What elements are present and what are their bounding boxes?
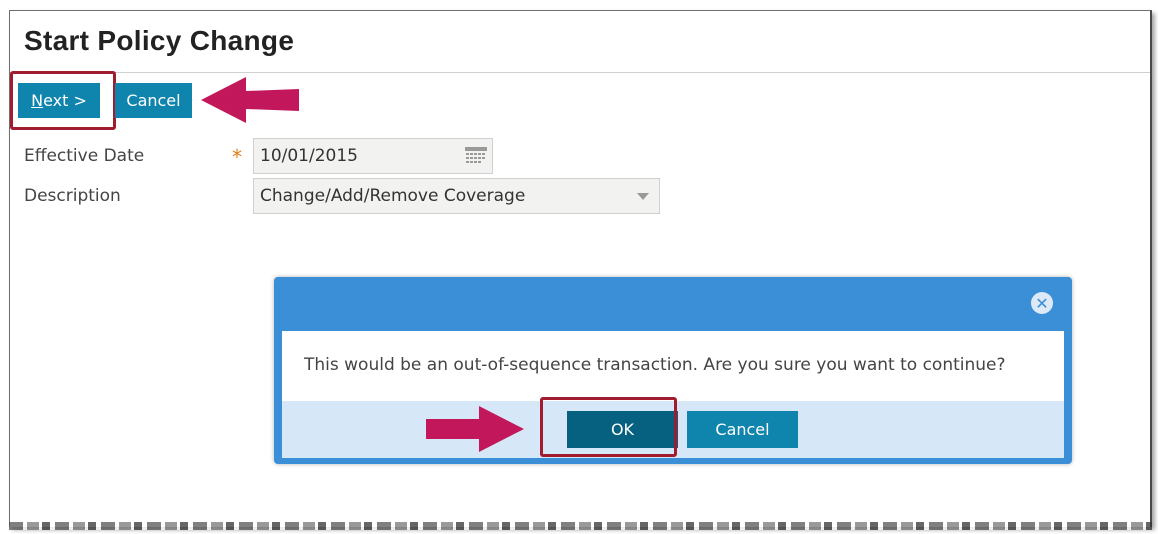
next-button[interactable]: Next > <box>18 83 100 118</box>
calendar-icon[interactable] <box>465 147 487 165</box>
description-value: Change/Add/Remove Coverage <box>260 186 526 206</box>
effective-date-value: 10/01/2015 <box>260 146 358 166</box>
torn-edge <box>9 522 1152 530</box>
dialog-body: This would be an out-of-sequence transac… <box>282 331 1064 401</box>
annotation-arrow-left <box>201 77 299 123</box>
cancel-button[interactable]: Cancel <box>115 83 192 118</box>
effective-date-field[interactable]: 10/01/2015 <box>253 138 493 174</box>
required-marker: * <box>232 145 242 169</box>
window-frame: Start Policy Change Next > Cancel Effect… <box>9 10 1152 527</box>
dialog-message: This would be an out-of-sequence transac… <box>304 355 1006 375</box>
description-label: Description <box>24 186 121 206</box>
next-button-accesskey: N <box>31 91 44 110</box>
page-title: Start Policy Change <box>24 25 295 56</box>
description-select[interactable]: Change/Add/Remove Coverage <box>253 178 660 214</box>
next-button-label: ext > <box>43 91 87 110</box>
annotation-arrow-right <box>426 406 524 452</box>
chevron-down-icon[interactable] <box>637 193 649 200</box>
dialog-cancel-button[interactable]: Cancel <box>687 411 798 448</box>
ok-button-highlight <box>540 397 677 457</box>
effective-date-label: Effective Date <box>24 146 145 166</box>
close-icon[interactable]: ✕ <box>1031 292 1053 314</box>
title-divider <box>10 72 1150 73</box>
